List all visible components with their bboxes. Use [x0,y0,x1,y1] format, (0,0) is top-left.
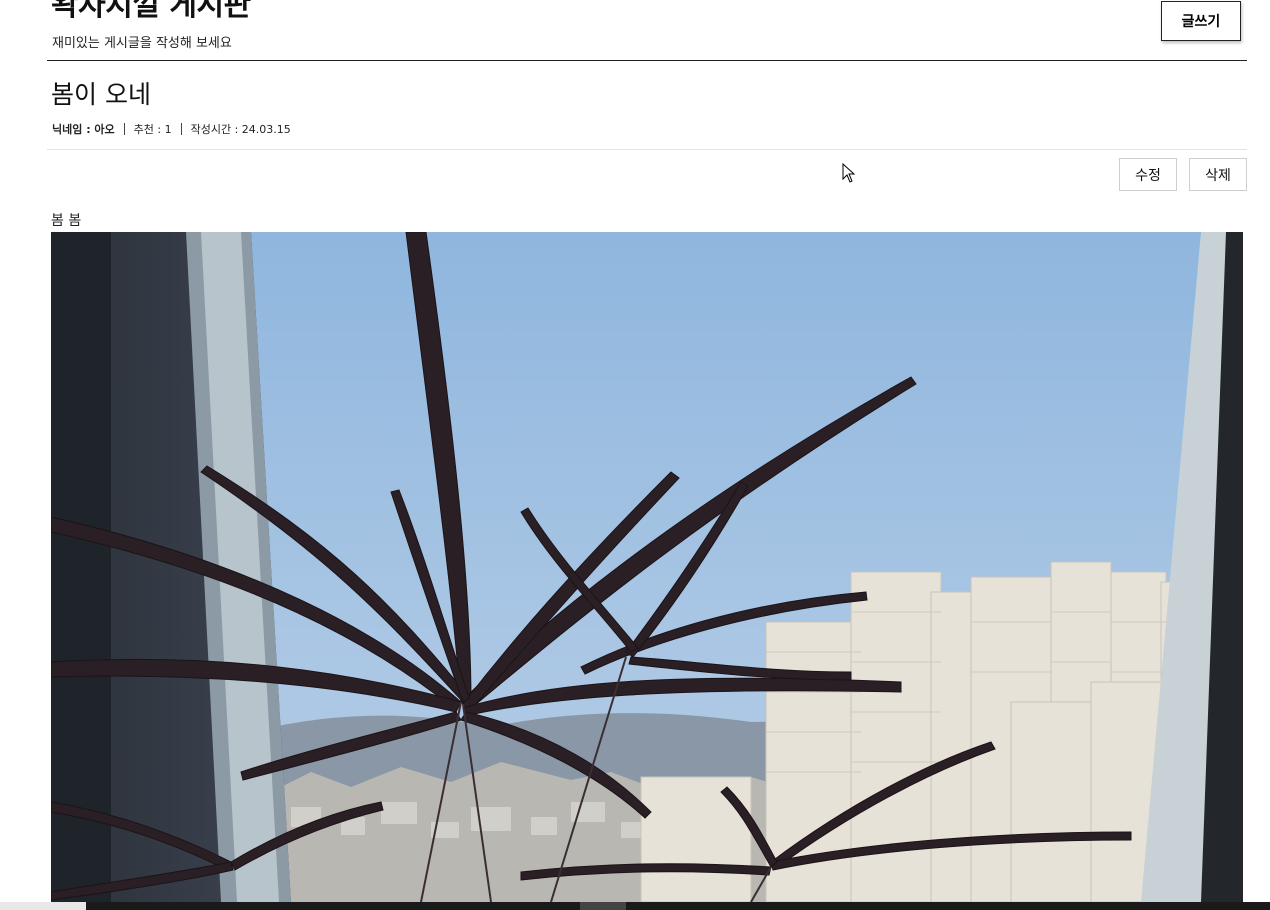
board-subtitle: 재미있는 게시글을 작성해 보세요 [52,36,232,51]
post-body-text: 봄 봄 [51,213,82,229]
board-title: 왁자지껄 게시판 [51,0,251,23]
post-image [51,232,1243,902]
horizontal-scrollbar[interactable] [0,902,1270,910]
meta-separator [123,123,125,135]
post-created-time: 작성시간 : 24.03.15 [190,123,291,136]
board-page: 왁자지껄 게시판 재미있는 게시글을 작성해 보세요 글쓰기 봄이 오네 닉네임… [0,0,1270,910]
write-button[interactable]: 글쓰기 [1161,1,1241,41]
meta-divider [47,149,1247,150]
delete-button[interactable]: 삭제 [1189,158,1247,191]
edit-button[interactable]: 수정 [1119,158,1177,191]
meta-separator [180,123,182,135]
post-photo-svg [51,232,1243,902]
post-meta: 닉네임 : 아오 추천 : 1 작성시간 : 24.03.15 [52,121,291,137]
post-nickname: 닉네임 : 아오 [52,123,115,136]
scrollbar-thumb[interactable] [580,902,626,910]
post-recommend-count: 추천 : 1 [133,123,172,136]
scrollbar-track-left [0,902,86,910]
post-title: 봄이 오네 [51,80,151,109]
mouse-cursor-icon [842,163,856,183]
header-divider [47,60,1247,61]
